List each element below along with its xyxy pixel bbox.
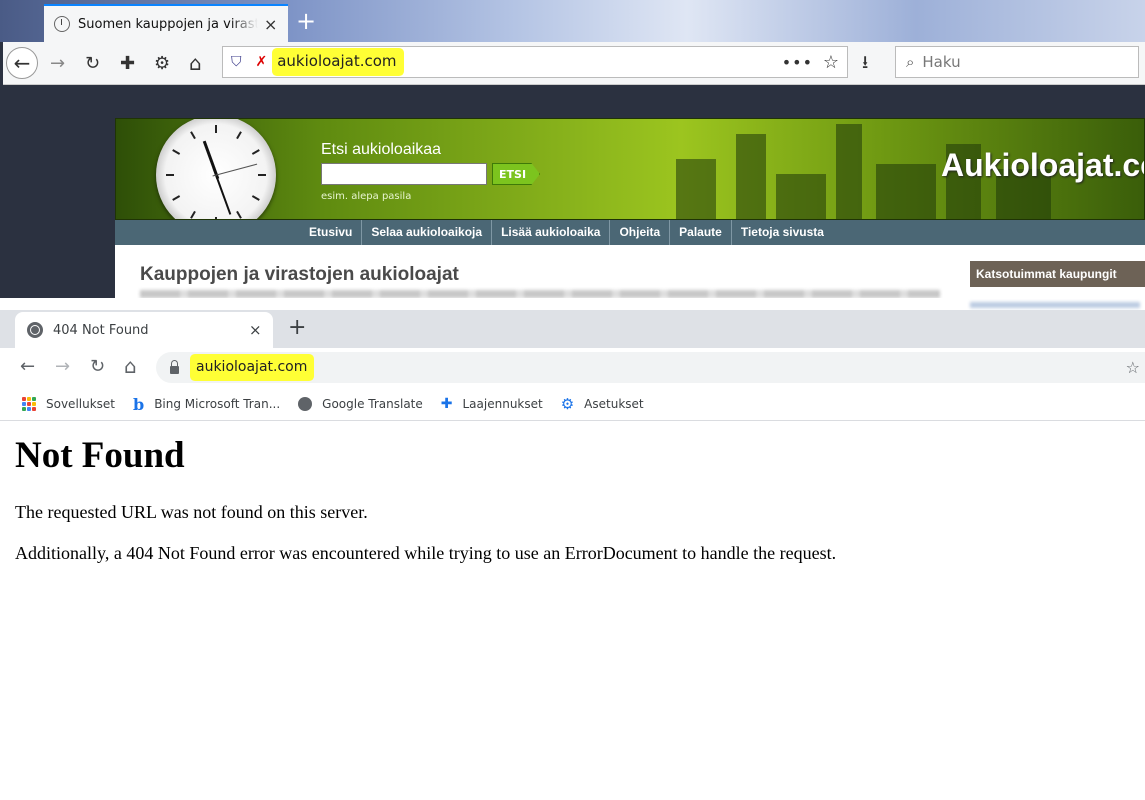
firefox-tab-title: Suomen kauppojen ja virastojen aukioloaj… [78, 16, 258, 32]
page-actions-menu-icon[interactable]: ••• [782, 53, 813, 72]
bookmark-google-translate[interactable]: Google Translate [298, 397, 423, 411]
bookmark-label: Bing Microsoft Tran... [154, 397, 281, 411]
chrome-bookmark-star-icon[interactable]: ☆ [1126, 358, 1140, 377]
firefox-navigation-bar: ← → ↻ ✚ ⚙ ⌂ ⛉ ✗ aukioloajat.com ••• ☆ ⭳ … [3, 42, 1145, 85]
site-sidebar-title: Katsotuimmat kaupungit [970, 261, 1145, 287]
firefox-tab-aukioloajat[interactable]: Suomen kauppojen ja virastojen aukioloaj… [44, 4, 288, 42]
chrome-tab-404[interactable]: 404 Not Found × [15, 312, 273, 348]
firefox-url-text[interactable]: aukioloajat.com [275, 51, 401, 73]
bookmark-label: Google Translate [322, 397, 423, 411]
site-menu: Etusivu Selaa aukioloaikoja Lisää aukiol… [115, 220, 1145, 245]
bookmark-bing-translator[interactable]: b Bing Microsoft Tran... [133, 395, 280, 414]
chrome-tab-title: 404 Not Found [53, 322, 149, 338]
apps-grid-icon [22, 397, 36, 411]
chrome-reload-button[interactable]: ↻ [90, 356, 105, 377]
site-menu-item-tietoja[interactable]: Tietoja sivusta [730, 220, 833, 245]
clock-logo-icon [156, 119, 276, 219]
bookmark-star-icon[interactable]: ☆ [823, 52, 839, 73]
firefox-window: Suomen kauppojen ja virastojen aukioloaj… [0, 0, 1145, 298]
insecure-connection-icon[interactable]: ✗ [256, 54, 268, 70]
globe-icon [298, 397, 313, 411]
bookmark-laajennukset[interactable]: ✚ Laajennukset [441, 396, 543, 412]
site-menu-item-lisaa[interactable]: Lisää aukioloaika [491, 220, 609, 245]
lock-icon[interactable] [170, 359, 179, 374]
chrome-omnibox[interactable]: aukioloajat.com ☆ [156, 352, 1145, 383]
search-icon: ⌕ [906, 53, 915, 71]
firefox-search-box[interactable]: ⌕ Haku [895, 46, 1139, 78]
firefox-new-tab-button[interactable]: + [296, 6, 316, 36]
site-search-label: Etsi aukioloaikaa [321, 141, 442, 158]
chrome-tab-close-icon[interactable]: × [249, 321, 262, 339]
home-icon[interactable]: ⌂ [189, 47, 202, 79]
error-document-message: Additionally, a 404 Not Found error was … [15, 543, 837, 563]
chrome-new-tab-button[interactable]: + [288, 313, 306, 343]
firefox-forward-button[interactable]: → [50, 47, 65, 79]
site-search-input[interactable] [321, 163, 487, 185]
firefox-back-button[interactable]: ← [6, 47, 38, 79]
bookmark-sovellukset[interactable]: Sovellukset [22, 397, 115, 411]
site-search-button[interactable]: ETSI [492, 163, 540, 185]
bookmark-label: Asetukset [584, 397, 644, 411]
bookmark-label: Sovellukset [46, 397, 116, 411]
site-menu-item-selaa[interactable]: Selaa aukioloaikoja [361, 220, 491, 245]
chrome-home-icon[interactable]: ⌂ [124, 354, 137, 378]
extensions-puzzle-icon: ✚ [440, 396, 453, 412]
firefox-tab-close-icon[interactable]: × [264, 15, 277, 34]
search-placeholder: Haku [922, 53, 961, 71]
chrome-back-button[interactable]: ← [20, 356, 35, 377]
not-found-heading: Not Found [15, 435, 185, 476]
aukioloajat-site: Etsi aukioloaikaa ETSI esim. alepa pasil… [115, 118, 1145, 298]
chrome-bookmarks-bar: Sovellukset b Bing Microsoft Tran... Goo… [0, 388, 1145, 421]
chrome-tab-bar: 404 Not Found × + [0, 310, 1145, 348]
firefox-reload-button[interactable]: ↻ [85, 47, 100, 79]
extensions-puzzle-icon[interactable]: ✚ [120, 47, 135, 79]
firefox-tab-bar: Suomen kauppojen ja virastojen aukioloaj… [0, 0, 1145, 42]
site-menu-item-etusivu[interactable]: Etusivu [300, 220, 361, 245]
bing-icon: b [133, 394, 145, 414]
bookmark-label: Laajennukset [462, 397, 543, 411]
globe-favicon-icon [27, 322, 43, 338]
bookmark-asetukset[interactable]: ⚙ Asetukset [561, 395, 644, 413]
tracking-shield-icon[interactable]: ⛉ [231, 54, 242, 70]
site-search-hint: esim. alepa pasila [321, 191, 412, 202]
settings-gear-icon[interactable]: ⚙ [154, 47, 170, 79]
not-found-message: The requested URL was not found on this … [15, 502, 368, 522]
site-logo-text[interactable]: Aukioloajat.com [941, 147, 1144, 184]
chrome-forward-button[interactable]: → [55, 356, 70, 377]
site-page-heading: Kauppojen ja virastojen aukioloajat [140, 264, 459, 285]
site-blurred-text [140, 290, 940, 298]
chrome-toolbar: ← → ↻ ⌂ aukioloajat.com ☆ [0, 348, 1145, 388]
clock-favicon-icon [54, 16, 70, 32]
site-banner: Etsi aukioloaikaa ETSI esim. alepa pasil… [115, 118, 1145, 220]
settings-gear-icon: ⚙ [560, 395, 575, 413]
chrome-url-text[interactable]: aukioloajat.com [193, 357, 312, 378]
site-menu-item-palaute[interactable]: Palaute [669, 220, 731, 245]
library-icon[interactable]: ⭳ [862, 50, 868, 80]
site-menu-item-ohjeita[interactable]: Ohjeita [609, 220, 669, 245]
chrome-page-content: Not Found The requested URL was not foun… [0, 422, 1145, 800]
firefox-url-bar[interactable]: ⛉ ✗ aukioloajat.com ••• ☆ [222, 46, 848, 78]
